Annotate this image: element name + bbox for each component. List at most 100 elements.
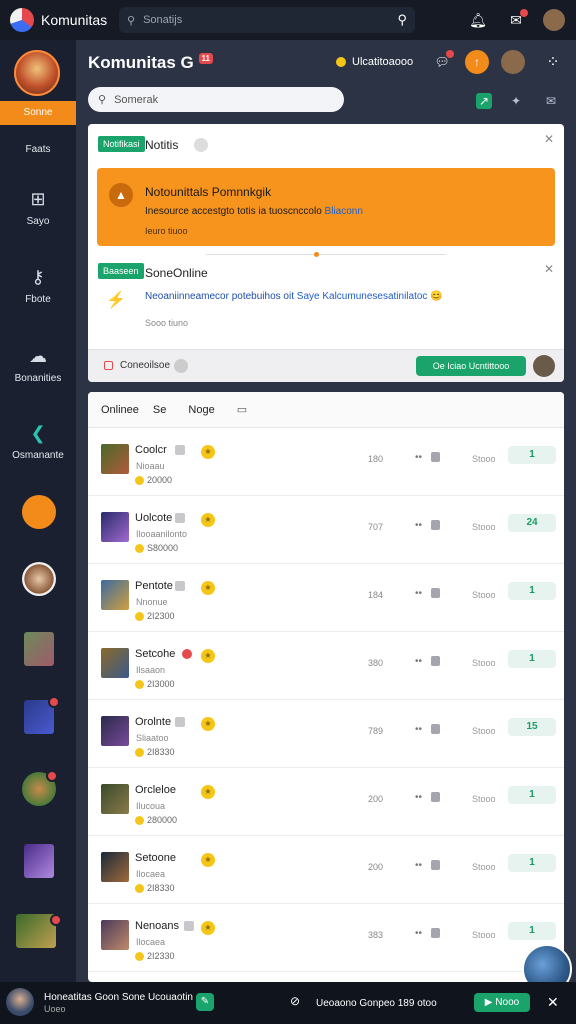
action-pill[interactable]: 1 [508, 922, 556, 940]
refresh-icon[interactable]: ↗ [476, 93, 492, 109]
bookmark-icon[interactable]: ⊘ [290, 994, 300, 1008]
chat-icon[interactable]: ✎ [196, 993, 214, 1011]
global-search-input[interactable]: ⚲ Sonatijs ⚲ [119, 7, 415, 33]
game-thumbnail[interactable] [24, 696, 60, 734]
notification-title: Notitis [145, 138, 179, 152]
sidebar-item-bonanities[interactable]: ☁ Bonanities [0, 345, 76, 384]
sidebar-item-sayo[interactable]: ⊞ Sayo [0, 188, 76, 227]
more-icon[interactable]: •• [415, 656, 422, 667]
table-row[interactable]: Setoone ★ Ilocaea 2I8330 200 •• Stooo 1 [88, 836, 564, 904]
column-header[interactable]: Noge [188, 404, 214, 416]
more-icon[interactable]: •• [415, 928, 422, 939]
lock-icon [431, 656, 440, 666]
info-icon [174, 359, 188, 373]
member-status: Stooo [472, 794, 496, 804]
member-status: Stooo [472, 658, 496, 668]
sidebar-item-faats[interactable]: Faats [0, 144, 76, 155]
close-icon[interactable]: ✕ [544, 132, 554, 146]
column-header[interactable]: Onlinee [101, 404, 139, 416]
medal-icon: ★ [201, 445, 215, 459]
expand-icon[interactable]: ✕ [547, 994, 559, 1011]
community-avatar[interactable] [22, 495, 56, 529]
table-row[interactable]: Pentote ★ Nnonue 2I2300 184 •• Stooo 1 [88, 564, 564, 632]
column-header[interactable]: Se [153, 404, 166, 416]
game-thumbnail[interactable] [16, 914, 62, 948]
highlight-time: Ieuro tiuoo [145, 226, 188, 236]
table-row[interactable]: Setcohe ★ Ilsaaon 2I3000 380 •• Stooo 1 [88, 632, 564, 700]
top-bar: Komunitas ⚲ Sonatijs ⚲ [0, 0, 576, 40]
medal-icon: ★ [201, 649, 215, 663]
user-avatar[interactable] [6, 988, 34, 1016]
member-count: 200 [368, 862, 384, 872]
medal-icon: ★ [201, 581, 215, 595]
action-pill[interactable]: 1 [508, 650, 556, 668]
game-thumbnail[interactable] [24, 844, 54, 878]
table-row[interactable]: Uolcote ★ Ilooaanilonto S80000 707 •• St… [88, 496, 564, 564]
more-icon[interactable]: •• [415, 520, 422, 531]
join-button[interactable]: Oe Iciao Ucntittooo [416, 356, 526, 376]
profile-avatar[interactable] [543, 9, 565, 31]
more-icon[interactable]: •• [415, 792, 422, 803]
game-thumbnail [101, 920, 129, 950]
footer-label: Coneoilsoe [120, 360, 171, 371]
message-icon[interactable]: ✉ [543, 93, 559, 109]
notification-time: Sooo tiuno [145, 318, 189, 328]
lock-icon [431, 792, 440, 802]
chat-bubble-icon[interactable]: 💬︎ [430, 50, 454, 74]
game-icon[interactable]: ✦ [508, 93, 524, 109]
highlight-link[interactable]: Bliaconn [325, 206, 363, 217]
table-row[interactable]: Orcleloe ★ Ilucoua 280000 200 •• Stooo 1 [88, 768, 564, 836]
coin-balance[interactable]: Ulcatitoaooo [336, 56, 413, 68]
action-pill[interactable]: 1 [508, 582, 556, 600]
member-status: Stooo [472, 590, 496, 600]
community-avatar[interactable] [14, 50, 60, 96]
member-name: Pentote [135, 580, 173, 592]
game-thumbnail[interactable] [24, 632, 54, 666]
bell-icon[interactable]: 🔔︎ [467, 9, 489, 31]
more-grid-icon[interactable]: ⁘ [541, 50, 565, 74]
sidebar-item-sonne[interactable]: Sonne [0, 101, 76, 125]
more-icon[interactable]: •• [415, 724, 422, 735]
role-badge [175, 717, 185, 727]
notification-tag: Baaseen [98, 263, 144, 279]
user-avatar[interactable] [501, 50, 525, 74]
more-icon[interactable]: •• [415, 860, 422, 871]
action-pill[interactable]: 24 [508, 514, 556, 532]
notification-link[interactable]: Saye Kalcumunesesatinilatoc [297, 291, 428, 302]
user-avatar[interactable] [533, 355, 555, 377]
highlight-title: Notounittals Pomnnkgik [145, 185, 272, 199]
table-row[interactable]: Orolnte ★ Sliaatoo 2I8330 789 •• Stooo 1… [88, 700, 564, 768]
member-points: 2I8330 [135, 883, 175, 893]
sidebar-item-osmanante[interactable]: ❮ Osmanante [0, 422, 76, 461]
table-row[interactable]: Coolcr ★ Nioaau 20000 180 •• Stooo 1 [88, 428, 564, 496]
notifications-panel: Notifikasi Notitis ✕ ▲ Notounittals Pomn… [88, 124, 564, 382]
search-placeholder: Somerak [114, 93, 159, 106]
role-badge [184, 921, 194, 931]
action-pill[interactable]: 15 [508, 718, 556, 736]
bottom-action-button[interactable]: ▶ Nooo [474, 993, 530, 1012]
member-name: Setoone [135, 852, 176, 864]
more-icon[interactable]: •• [415, 588, 422, 599]
lock-icon [431, 588, 440, 598]
upgrade-icon[interactable]: ↑ [465, 50, 489, 74]
action-pill[interactable]: 1 [508, 854, 556, 872]
more-icon[interactable]: •• [415, 452, 422, 463]
notification-highlight[interactable]: ▲ Notounittals Pomnnkgik Inesource acces… [97, 168, 555, 246]
community-avatar[interactable] [22, 562, 56, 596]
highlight-text: Inesource accestgto totis ia tuoscnccolo… [145, 206, 363, 217]
search-icon[interactable]: ⚲ [397, 12, 407, 28]
table-row[interactable]: Nenoans ★ Ilocaea 2I2330 383 •• Stooo 1 [88, 904, 564, 972]
game-thumbnail [101, 784, 129, 814]
action-pill[interactable]: 1 [508, 786, 556, 804]
sort-icon[interactable]: ▭ [237, 403, 247, 416]
community-search-input[interactable]: ⚲ Somerak [88, 87, 344, 112]
role-badge [175, 581, 185, 591]
app-logo[interactable] [10, 8, 34, 32]
action-pill[interactable]: 1 [508, 446, 556, 464]
sidebar-item-fbote[interactable]: ⚷ Fbote [0, 266, 76, 305]
community-avatar[interactable] [22, 770, 58, 806]
notification-text: Neoaniinneamecor potebuihos oit Saye Kal… [145, 291, 443, 302]
close-icon[interactable]: ✕ [544, 262, 554, 276]
chat-icon[interactable]: ✉︎ [505, 9, 528, 31]
notification-footer: Coneoilsoe Oe Iciao Ucntittooo [88, 349, 564, 382]
